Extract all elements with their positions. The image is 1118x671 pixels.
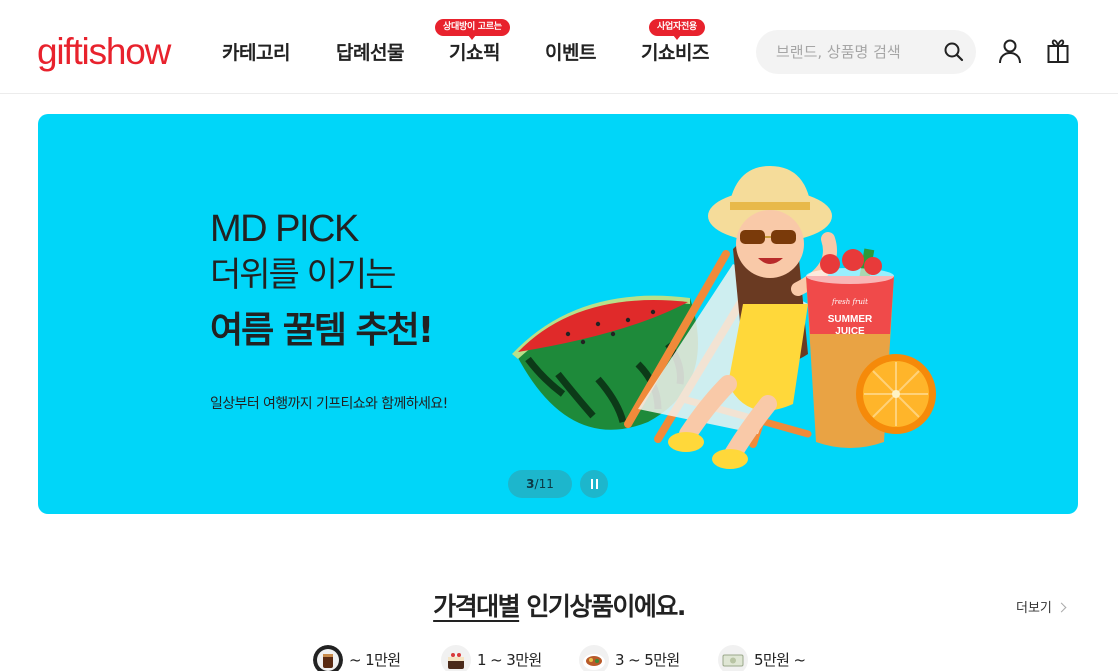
price-tab-label: 5만원 ~ [754, 651, 806, 669]
cake-icon [441, 645, 471, 671]
nav-return-gift-label: 답례선물 [336, 42, 404, 64]
banner-pager: 3/11 [508, 470, 572, 498]
section-title-highlight: 가격대별 [433, 592, 521, 621]
pager-current: 3 [526, 477, 535, 491]
price-tab-label: 3 ~ 5만원 [615, 651, 680, 669]
banner-subtitle: 더위를 이기는 [210, 255, 396, 295]
nav-category-label: 카테고리 [222, 42, 290, 64]
food-plate-icon [579, 645, 609, 671]
banner-description: 일상부터 여행까지 기프티쇼와 함께하세요! [210, 396, 448, 412]
nav-giftishow-biz[interactable]: 사업자전용 기쇼비즈 [641, 19, 709, 68]
search-box [756, 30, 976, 74]
section-title-rest: 인기상품이에요. [519, 592, 686, 621]
nav-category[interactable]: 카테고리 [222, 38, 290, 68]
user-icon[interactable] [996, 37, 1024, 65]
cup-label-line2: JUICE [835, 326, 865, 337]
hero-banner[interactable]: MD PICK 더위를 이기는 여름 꿀템 추천! 일상부터 여행까지 기프티쇼… [38, 114, 1078, 514]
search-icon[interactable] [942, 40, 966, 64]
more-link[interactable]: 더보기 [1016, 599, 1067, 619]
pause-icon[interactable] [580, 470, 608, 498]
nav-pick-badge: 상대방이 고르는 [435, 19, 510, 40]
chevron-right-icon [1056, 602, 1067, 613]
nav-return-gift[interactable]: 답례선물 [336, 38, 404, 68]
nav-event[interactable]: 이벤트 [545, 38, 596, 68]
nav-event-label: 이벤트 [545, 42, 596, 64]
cup-brand-text: fresh fruit [831, 298, 868, 306]
gift-box-icon[interactable] [1044, 37, 1072, 65]
section-title: 가격대별 인기상품이에요. [0, 588, 1118, 626]
banner-tag: MD PICK [210, 208, 359, 250]
summer-illustration: fresh fruit SUMMER JUICE [512, 166, 936, 469]
nav-biz-badge: 사업자전용 [649, 19, 705, 40]
nav-giftishow-pick[interactable]: 상대방이 고르는 기쇼픽 [435, 19, 510, 68]
giftishow-logo[interactable]: giftishow [37, 30, 171, 74]
cup-label-line1: SUMMER [828, 314, 873, 325]
more-label: 더보기 [1016, 601, 1052, 616]
search-input[interactable] [776, 30, 936, 74]
price-tab-label: ~ 1만원 [349, 651, 401, 669]
price-tab-label: 1 ~ 3만원 [477, 651, 542, 669]
orange-half-image [856, 354, 936, 434]
coffee-icon [313, 645, 343, 671]
nav-pick-label: 기쇼픽 [449, 42, 500, 64]
nav-biz-label: 기쇼비즈 [641, 42, 709, 64]
gift-card-icon [718, 645, 748, 671]
banner-headline: 여름 꿀템 추천! [210, 310, 434, 351]
pager-total: 11 [538, 477, 554, 491]
site-header: giftishow 카테고리 답례선물 상대방이 고르는 기쇼픽 이벤트 사업자… [0, 0, 1118, 94]
